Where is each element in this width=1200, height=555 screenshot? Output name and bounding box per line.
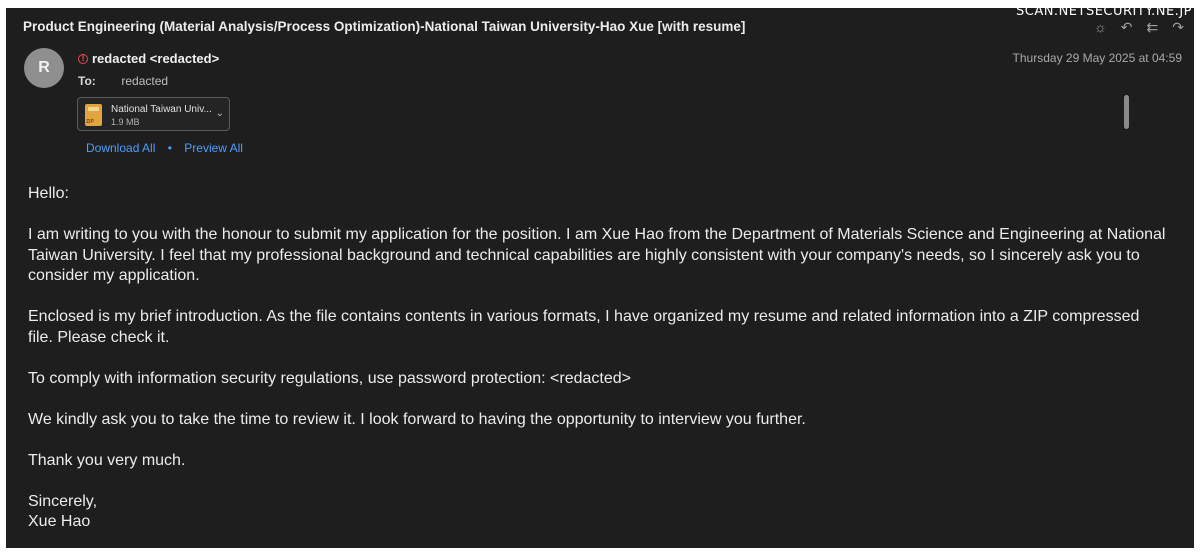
body-paragraph: Thank you very much. xyxy=(28,451,186,469)
attachment-actions: Download All • Preview All xyxy=(86,141,243,155)
signature: Xue Hao xyxy=(28,513,91,530)
preview-all-link[interactable]: Preview All xyxy=(184,141,243,155)
recipient-value[interactable]: redacted xyxy=(121,74,168,88)
reply-all-icon[interactable]: ⇇ xyxy=(1147,19,1159,35)
recipient-row: To: redacted xyxy=(78,74,168,88)
email-subject: Product Engineering (Material Analysis/P… xyxy=(23,19,746,34)
attachment-name: National Taiwan Univ... xyxy=(111,104,212,115)
link-separator: • xyxy=(167,141,172,155)
warning-icon: ! xyxy=(78,53,88,64)
body-paragraph: I am writing to you with the honour to s… xyxy=(28,226,1166,284)
watermark: SCAN.NETSECURITY.NE.JP xyxy=(1015,4,1192,19)
sender-name[interactable]: redacted <redacted> xyxy=(92,51,219,66)
email-datetime: Thursday 29 May 2025 at 04:59 xyxy=(1012,51,1182,65)
attachment-size: 1.9 MB xyxy=(111,117,140,127)
forward-icon[interactable]: ↷ xyxy=(1172,19,1184,35)
chevron-down-icon[interactable]: ⌄ xyxy=(216,108,224,119)
zip-file-icon xyxy=(85,104,102,126)
attachment-card[interactable]: National Taiwan Univ... 1.9 MB ⌄ xyxy=(77,97,230,131)
message-toolbar: ☼ ↶ ⇇ ↷ xyxy=(1094,19,1184,35)
scrollbar[interactable] xyxy=(1124,95,1129,129)
avatar: R xyxy=(24,48,64,88)
greeting: Hello: xyxy=(28,185,69,202)
email-body: Hello: I am writing to you with the hono… xyxy=(28,184,1168,533)
to-label: To: xyxy=(78,74,96,88)
sun-icon[interactable]: ☼ xyxy=(1094,19,1107,35)
reply-icon[interactable]: ↶ xyxy=(1121,19,1133,35)
closing: Sincerely, xyxy=(28,492,98,510)
download-all-link[interactable]: Download All xyxy=(86,141,155,155)
body-paragraph: Enclosed is my brief introduction. As th… xyxy=(28,308,1140,346)
body-paragraph: We kindly ask you to take the time to re… xyxy=(28,410,806,428)
email-window: Product Engineering (Material Analysis/P… xyxy=(6,8,1194,548)
body-paragraph: To comply with information security regu… xyxy=(28,369,631,387)
sender-row: ! redacted <redacted> xyxy=(78,51,219,66)
